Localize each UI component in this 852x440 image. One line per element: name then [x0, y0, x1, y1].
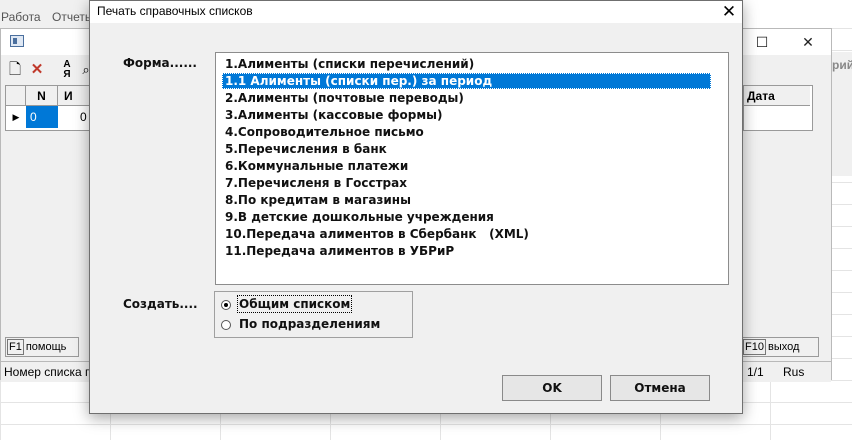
radio-common-list[interactable]: Общим списком	[221, 295, 407, 314]
status-text: Номер списка п	[4, 365, 92, 379]
ok-button[interactable]: OK	[502, 375, 602, 401]
dialog-titlebar: Печать справочных списков ✕	[90, 1, 742, 23]
column-header-n[interactable]: N	[26, 86, 58, 106]
exit-button-label: выход	[767, 341, 800, 353]
radio-label: По подразделениям	[239, 317, 381, 331]
column-header-date[interactable]: Дата	[744, 86, 810, 106]
close-icon[interactable]: ✕	[795, 31, 821, 53]
radio-label: Общим списком	[236, 295, 353, 313]
create-mode-radio-group: Общим списком По подразделениям	[214, 291, 413, 338]
dialog-title: Печать справочных списков	[97, 4, 253, 18]
status-page: 1/1	[747, 365, 764, 379]
maximize-icon[interactable]: ☐	[749, 31, 775, 53]
status-language: Rus	[783, 365, 805, 379]
exit-button[interactable]: F10 выход	[741, 337, 819, 357]
row-pointer-icon: ▶	[12, 112, 20, 122]
list-item[interactable]: 10.Передача алиментов в Сбербанк (XML)	[222, 226, 532, 242]
radio-checked-icon	[221, 300, 231, 310]
column-header-i[interactable]: И	[58, 86, 90, 106]
help-button-label: помощь	[25, 341, 67, 353]
print-lists-dialog: Печать справочных списков ✕ Форма...... …	[89, 0, 743, 414]
list-item[interactable]: 9.В детские дошкольные учреждения	[222, 209, 497, 225]
form-listbox[interactable]: 1.Алименты (списки перечислений) 1.1 Али…	[215, 52, 729, 285]
sort-az-icon[interactable]: AЯ	[58, 60, 76, 80]
list-item[interactable]: 6.Коммунальные платежи	[222, 158, 411, 174]
f10-key: F10	[743, 339, 766, 355]
list-item[interactable]: 11.Передача алиментов в УБРиР	[222, 243, 457, 259]
app-icon	[10, 35, 24, 47]
list-item[interactable]: 2.Алименты (почтовые переводы)	[222, 90, 467, 106]
create-label: Создать....	[123, 297, 198, 311]
list-item[interactable]: 3.Алименты (кассовые формы)	[222, 107, 445, 123]
list-item[interactable]: 4.Сопроводительное письмо	[222, 124, 427, 140]
background-right-table: Дата	[743, 85, 813, 131]
cell-i[interactable]: 0	[58, 106, 90, 128]
cell-n[interactable]: 0	[26, 106, 58, 128]
delete-icon[interactable]: ✕	[28, 60, 46, 80]
row-indicator-header	[6, 86, 26, 106]
dialog-close-icon[interactable]: ✕	[716, 1, 742, 23]
form-label: Форма......	[123, 56, 197, 70]
cancel-button[interactable]: Отмена	[610, 375, 710, 401]
list-item[interactable]: 1.Алименты (списки перечислений)	[222, 56, 477, 72]
list-item[interactable]: 5.Перечисления в банк	[222, 141, 390, 157]
list-item[interactable]: 8.По кредитам в магазины	[222, 192, 414, 208]
background-side-panel: рий	[832, 52, 852, 176]
f1-key: F1	[7, 339, 24, 355]
list-item[interactable]: 7.Перечисленя в Госстрах	[222, 175, 410, 191]
radio-by-departments[interactable]: По подразделениям	[221, 316, 407, 334]
help-button[interactable]: F1 помощь	[5, 337, 79, 357]
list-item-selected[interactable]: 1.1 Алименты (списки пер.) за период	[222, 73, 711, 89]
partial-text: рий	[832, 58, 852, 72]
new-document-icon[interactable]: 🗋	[6, 60, 24, 80]
radio-unchecked-icon	[221, 320, 231, 330]
menu-item-otchety[interactable]: Отчеты	[52, 10, 93, 24]
menu-item-rabota[interactable]: Работа	[1, 10, 41, 24]
background-table: N И ▶ 0 0	[5, 85, 91, 131]
background-menubar: Работа Отчеты	[0, 0, 93, 28]
